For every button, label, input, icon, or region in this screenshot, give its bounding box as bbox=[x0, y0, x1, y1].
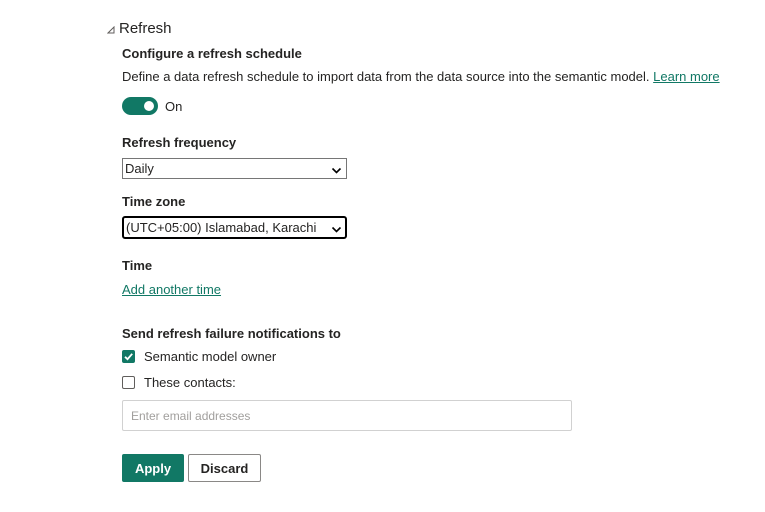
caret-expanded-icon[interactable] bbox=[106, 25, 116, 35]
owner-checkbox-label: Semantic model owner bbox=[144, 349, 277, 364]
contacts-checkbox-row[interactable]: These contacts: bbox=[122, 375, 236, 390]
refresh-section-header[interactable]: Refresh bbox=[106, 20, 172, 37]
owner-checkbox[interactable] bbox=[122, 350, 135, 363]
add-another-time-link[interactable]: Add another time bbox=[122, 282, 221, 297]
timezone-select-wrapper: (UTC+05:00) Islamabad, Karachi bbox=[122, 216, 347, 239]
toggle-label: On bbox=[165, 99, 183, 114]
timezone-label: Time zone bbox=[122, 194, 186, 209]
schedule-description: Define a data refresh schedule to import… bbox=[122, 69, 720, 84]
timezone-select[interactable]: (UTC+05:00) Islamabad, Karachi bbox=[122, 216, 347, 239]
refresh-schedule-toggle[interactable] bbox=[122, 97, 158, 115]
checkmark-icon bbox=[124, 353, 133, 361]
contacts-checkbox[interactable] bbox=[122, 376, 135, 389]
frequency-select[interactable]: Daily bbox=[122, 158, 347, 179]
frequency-label: Refresh frequency bbox=[122, 135, 237, 150]
frequency-select-wrapper: Daily bbox=[122, 158, 347, 179]
email-addresses-input[interactable] bbox=[122, 400, 572, 431]
notifications-label: Send refresh failure notifications to bbox=[122, 326, 341, 341]
section-title: Refresh bbox=[119, 20, 172, 37]
description-text: Define a data refresh schedule to import… bbox=[122, 69, 650, 84]
time-label: Time bbox=[122, 258, 153, 273]
learn-more-link[interactable]: Learn more bbox=[653, 69, 719, 84]
toggle-knob bbox=[144, 101, 154, 111]
discard-button[interactable]: Discard bbox=[188, 454, 261, 482]
owner-checkbox-row[interactable]: Semantic model owner bbox=[122, 349, 276, 364]
schedule-heading: Configure a refresh schedule bbox=[122, 46, 302, 61]
contacts-checkbox-label: These contacts: bbox=[144, 375, 236, 390]
apply-button[interactable]: Apply bbox=[122, 454, 184, 482]
